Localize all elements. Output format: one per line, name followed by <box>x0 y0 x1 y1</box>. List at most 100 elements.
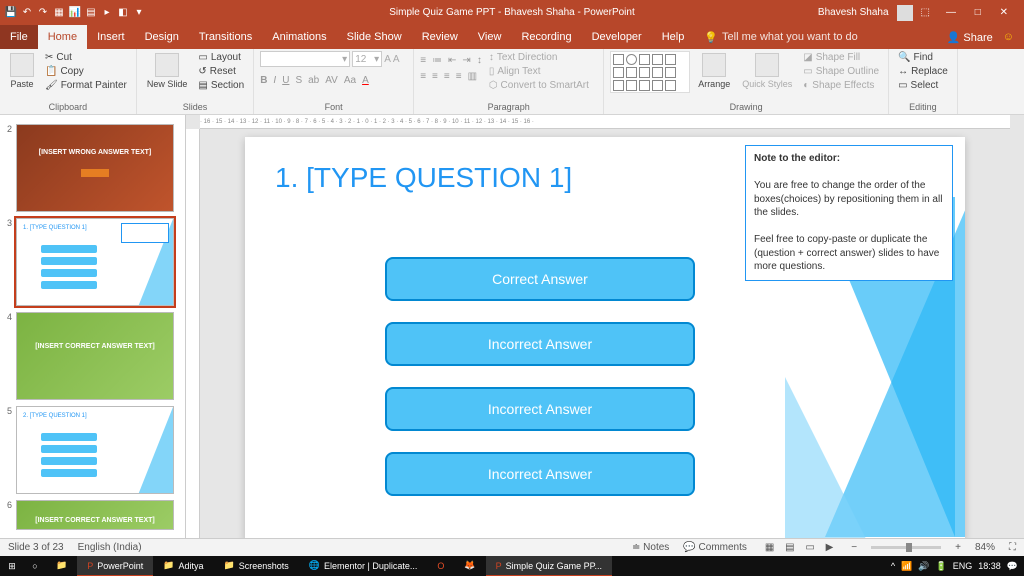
text-direction-button[interactable]: ↕ Text Direction <box>486 51 592 64</box>
language-status[interactable]: English (India) <box>78 542 142 553</box>
choice-correct[interactable]: Correct Answer <box>385 257 695 301</box>
shape-effects-button[interactable]: ◐ Shape Effects <box>800 79 882 92</box>
notes-button[interactable]: ≐ Notes <box>632 542 669 553</box>
font-color-icon[interactable]: A <box>362 75 369 86</box>
select-button[interactable]: ▭ Select <box>895 79 951 92</box>
zoom-level[interactable]: 84% <box>975 542 995 553</box>
normal-view-icon[interactable]: ▦ <box>761 542 778 553</box>
thumbnail-slide-2[interactable]: [INSERT WRONG ANSWER TEXT] <box>16 124 174 212</box>
zoom-out-button[interactable]: − <box>851 542 857 553</box>
replace-button[interactable]: ↔ Replace <box>895 65 951 78</box>
question-title[interactable]: 1. [TYPE QUESTION 1] <box>275 162 572 194</box>
tab-recording[interactable]: Recording <box>511 25 581 49</box>
taskbar-powerpoint-2[interactable]: PSimple Quiz Game PP... <box>486 556 612 576</box>
qat-icon[interactable]: ▤ <box>84 6 98 20</box>
tab-view[interactable]: View <box>468 25 512 49</box>
align-left-icon[interactable]: ≡ <box>420 71 426 82</box>
layout-button[interactable]: ▭ Layout <box>195 51 247 64</box>
tab-help[interactable]: Help <box>652 25 695 49</box>
indent-dec-icon[interactable]: ⇤ <box>448 55 456 66</box>
taskbar-firefox[interactable]: 🦊 <box>454 556 485 576</box>
taskbar-screenshots[interactable]: 📁 Screenshots <box>214 556 299 576</box>
comments-button[interactable]: 💬 Comments <box>683 542 747 553</box>
tab-home[interactable]: Home <box>38 25 87 49</box>
user-name[interactable]: Bhavesh Shaha <box>818 7 889 18</box>
bullets-icon[interactable]: ≡ <box>420 55 426 66</box>
taskbar-aditya[interactable]: 📁 Aditya <box>153 556 213 576</box>
thumbnail-slide-3[interactable]: 1. [TYPE QUESTION 1] <box>16 218 174 306</box>
fit-to-window-icon[interactable]: ⛶ <box>1009 542 1016 553</box>
taskbar-chrome[interactable]: 🌐 Elementor | Duplicate... <box>299 556 428 576</box>
font-family-select[interactable]: ▾ <box>260 51 350 67</box>
tab-design[interactable]: Design <box>135 25 189 49</box>
indent-inc-icon[interactable]: ⇥ <box>462 55 470 66</box>
shadow-icon[interactable]: ab <box>308 75 319 86</box>
tray-volume-icon[interactable]: 🔊 <box>918 561 929 572</box>
align-center-icon[interactable]: ≡ <box>432 71 438 82</box>
shape-outline-button[interactable]: ▭ Shape Outline <box>800 65 882 78</box>
copy-button[interactable]: 📋 Copy <box>42 65 130 78</box>
arrange-button[interactable]: Arrange <box>694 51 734 91</box>
tray-wifi-icon[interactable]: 📶 <box>901 561 912 572</box>
decrease-font-icon[interactable]: A <box>393 54 400 65</box>
qat-more-icon[interactable]: ▾ <box>132 6 146 20</box>
cut-button[interactable]: ✂ Cut <box>42 51 130 64</box>
underline-icon[interactable]: U <box>282 75 289 86</box>
align-right-icon[interactable]: ≡ <box>444 71 450 82</box>
taskbar-explorer[interactable]: 📁 <box>46 556 77 576</box>
shapes-gallery[interactable] <box>610 51 690 93</box>
tab-developer[interactable]: Developer <box>582 25 652 49</box>
zoom-in-button[interactable]: + <box>955 542 961 553</box>
tell-me[interactable]: 💡 Tell me what you want to do <box>694 25 857 49</box>
zoom-slider[interactable] <box>871 546 941 549</box>
choice-incorrect-3[interactable]: Incorrect Answer <box>385 452 695 496</box>
tab-insert[interactable]: Insert <box>87 25 135 49</box>
thumbnail-slide-6[interactable]: [INSERT CORRECT ANSWER TEXT] <box>16 500 174 530</box>
start-button[interactable]: ⊞ <box>0 561 24 572</box>
columns-icon[interactable]: ▥ <box>468 71 477 82</box>
sorter-view-icon[interactable]: ▤ <box>781 542 798 553</box>
qat-icon[interactable]: ▸ <box>100 6 114 20</box>
save-icon[interactable]: 💾 <box>4 6 18 20</box>
justify-icon[interactable]: ≡ <box>456 71 462 82</box>
slide-counter[interactable]: Slide 3 of 23 <box>8 542 64 553</box>
italic-icon[interactable]: I <box>273 75 276 86</box>
tray-language[interactable]: ENG <box>953 561 973 571</box>
tab-review[interactable]: Review <box>412 25 468 49</box>
smartart-button[interactable]: ⬡ Convert to SmartArt <box>486 79 592 92</box>
section-button[interactable]: ▤ Section <box>195 79 247 92</box>
quick-styles-button[interactable]: Quick Styles <box>738 51 796 91</box>
spacing-icon[interactable]: AV <box>325 75 338 86</box>
redo-icon[interactable]: ↷ <box>36 6 50 20</box>
smiley-icon[interactable]: ☺ <box>1003 31 1014 43</box>
tab-file[interactable]: File <box>0 25 38 49</box>
qat-icon[interactable]: 📊 <box>68 6 82 20</box>
tab-animations[interactable]: Animations <box>262 25 336 49</box>
line-spacing-icon[interactable]: ↕ <box>477 55 482 66</box>
tray-battery-icon[interactable]: 🔋 <box>936 561 947 572</box>
numbering-icon[interactable]: ≔ <box>432 55 442 66</box>
thumbnail-slide-5[interactable]: 2. [TYPE QUESTION 1] <box>16 406 174 494</box>
qat-icon[interactable]: ▦ <box>52 6 66 20</box>
taskbar-search-icon[interactable]: ○ <box>24 561 46 571</box>
minimize-button[interactable]: — <box>938 7 964 18</box>
tray-clock[interactable]: 18:38 <box>978 561 1001 571</box>
find-button[interactable]: 🔍 Find <box>895 51 951 64</box>
font-size-select[interactable]: 12▾ <box>352 51 382 67</box>
slide-canvas[interactable]: 1. [TYPE QUESTION 1] Correct Answer Inco… <box>245 137 965 538</box>
tab-transitions[interactable]: Transitions <box>189 25 262 49</box>
tray-notifications-icon[interactable]: 💬 <box>1007 561 1018 572</box>
bold-icon[interactable]: B <box>260 75 267 86</box>
qat-icon[interactable]: ◧ <box>116 6 130 20</box>
editor-note-box[interactable]: Note to the editor: You are free to chan… <box>745 145 953 281</box>
maximize-button[interactable]: □ <box>967 7 989 18</box>
slideshow-view-icon[interactable]: ▶ <box>822 542 838 553</box>
taskbar-powerpoint[interactable]: PPowerPoint <box>77 556 153 576</box>
close-button[interactable]: ✕ <box>992 7 1016 18</box>
ribbon-display-icon[interactable]: ⬚ <box>921 7 930 18</box>
choice-incorrect-1[interactable]: Incorrect Answer <box>385 322 695 366</box>
avatar[interactable] <box>897 5 913 21</box>
shape-fill-button[interactable]: ◪ Shape Fill <box>800 51 882 64</box>
slide-thumbnails[interactable]: 2 [INSERT WRONG ANSWER TEXT] 3 1. [TYPE … <box>0 115 186 538</box>
taskbar-opera[interactable]: O <box>427 556 454 576</box>
